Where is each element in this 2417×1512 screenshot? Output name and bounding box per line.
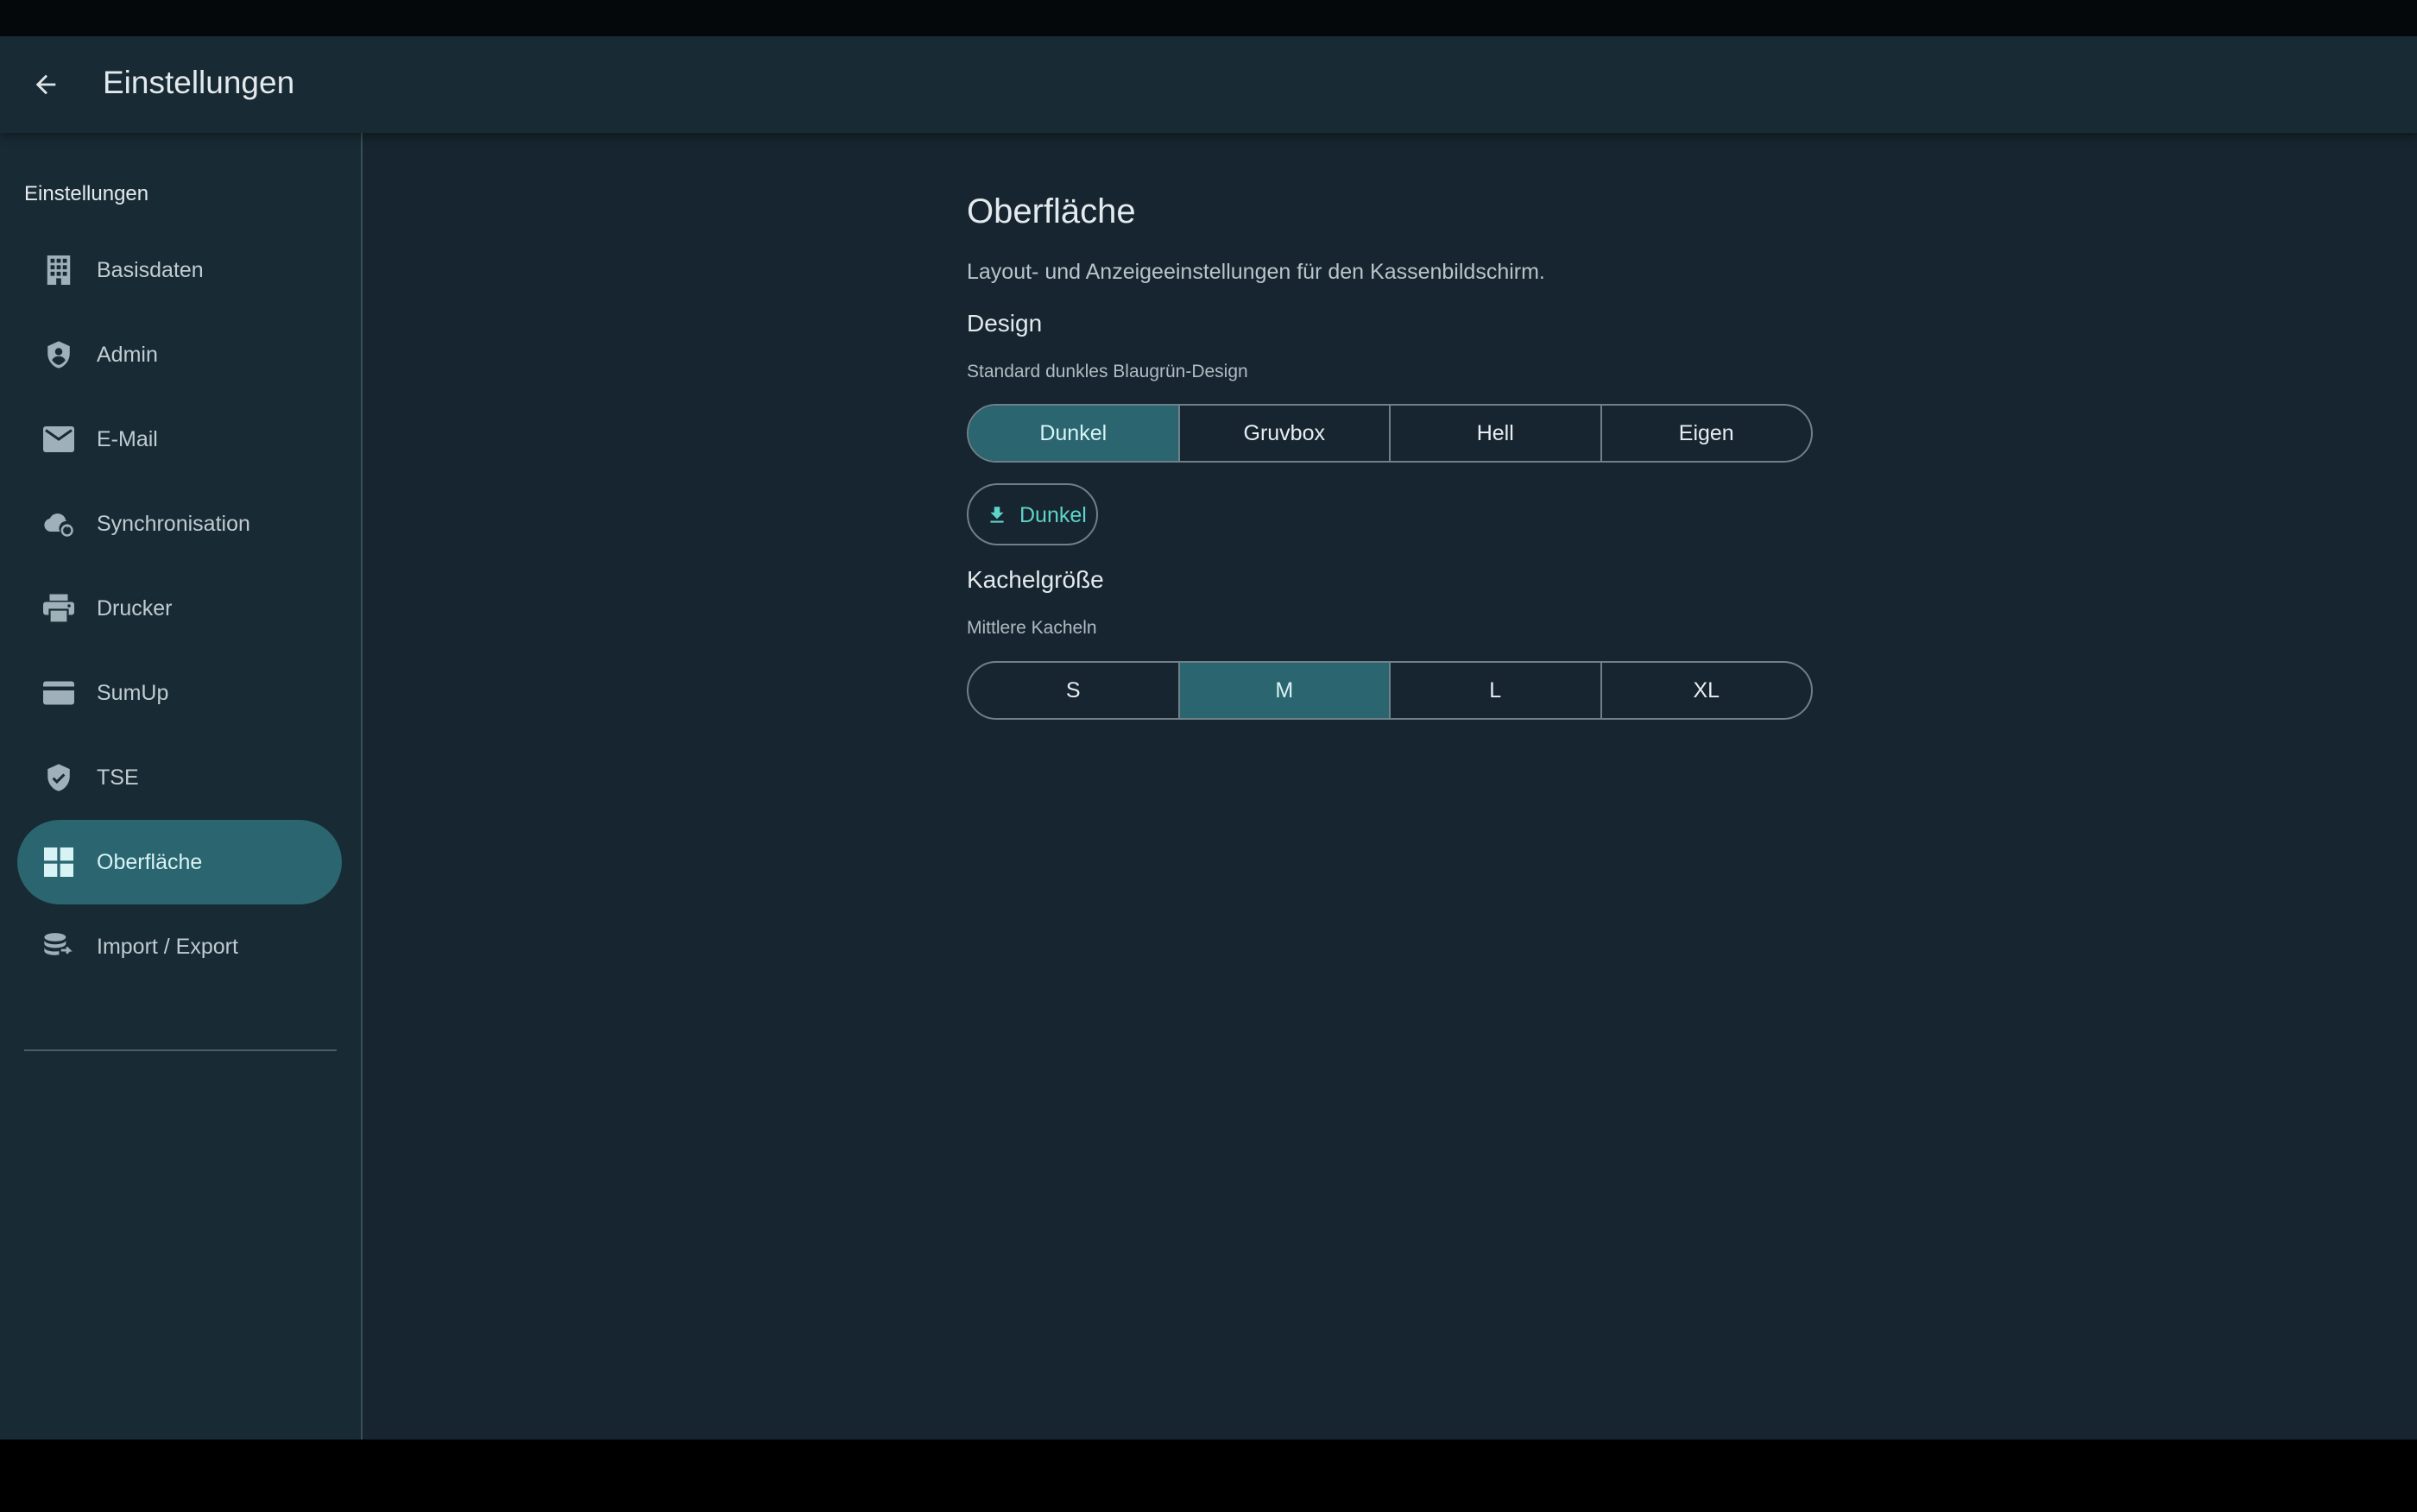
sidebar-item-label: Basisdaten: [97, 258, 204, 282]
back-button[interactable]: [19, 62, 73, 107]
sidebar-item-oberflaeche[interactable]: Oberfläche: [17, 820, 342, 904]
top-letterbox: [0, 0, 2417, 36]
sidebar-header: Einstellungen: [24, 182, 149, 205]
tile-size-option-l[interactable]: L: [1389, 663, 1600, 718]
tile-size-title: Kachelgröße: [967, 566, 1104, 593]
sidebar: Einstellungen Basisdaten Admin E-Mail Sy…: [0, 133, 363, 1440]
sidebar-item-label: Admin: [97, 343, 158, 367]
design-export-label: Dunkel: [1019, 503, 1087, 527]
arrow-left-icon: [35, 74, 56, 95]
sidebar-item-label: SumUp: [97, 681, 169, 705]
building-icon: [43, 255, 74, 286]
sidebar-divider: [24, 1049, 337, 1051]
design-option-eigen[interactable]: Eigen: [1600, 406, 1812, 461]
tile-size-option-xl[interactable]: XL: [1600, 663, 1812, 718]
sidebar-item-label: E-Mail: [97, 427, 158, 451]
sidebar-item-drucker[interactable]: Drucker: [17, 566, 342, 651]
sidebar-item-sumup[interactable]: SumUp: [17, 651, 342, 735]
sidebar-item-tse[interactable]: TSE: [17, 735, 342, 820]
section-description: Layout- und Anzeigeeinstellungen für den…: [967, 260, 1545, 284]
app-window: Einstellungen Einstellungen Basisdaten A…: [0, 36, 2417, 1440]
design-title: Design: [967, 310, 1043, 337]
app-bar: Einstellungen: [0, 36, 2417, 133]
tile-size-option-s[interactable]: S: [969, 663, 1178, 718]
tile-size-option-m[interactable]: M: [1177, 663, 1389, 718]
credit-card-icon: [43, 677, 74, 709]
sidebar-item-label: Drucker: [97, 596, 173, 621]
design-option-dunkel[interactable]: Dunkel: [969, 406, 1178, 461]
sidebar-item-label: Synchronisation: [97, 512, 250, 536]
cloud-sync-icon: [43, 508, 74, 539]
sidebar-item-label: Import / Export: [97, 935, 238, 959]
sidebar-item-email[interactable]: E-Mail: [17, 397, 342, 482]
envelope-icon: [43, 424, 74, 455]
sidebar-item-label: Oberfläche: [97, 850, 203, 874]
shield-account-icon: [43, 339, 74, 370]
sidebar-item-synchronisation[interactable]: Synchronisation: [17, 482, 342, 566]
sidebar-item-admin[interactable]: Admin: [17, 312, 342, 397]
shield-check-icon: [43, 762, 74, 793]
database-export-icon: [43, 931, 74, 962]
design-option-gruvbox[interactable]: Gruvbox: [1177, 406, 1390, 461]
sidebar-item-import-export[interactable]: Import / Export: [17, 904, 342, 989]
sidebar-item-basisdaten[interactable]: Basisdaten: [17, 228, 342, 312]
printer-icon: [43, 593, 74, 624]
tile-size-selector: S M L XL: [967, 661, 1813, 720]
page-title: Einstellungen: [103, 65, 295, 100]
tile-size-caption: Mittlere Kacheln: [967, 618, 1097, 638]
section-heading: Oberfläche: [967, 192, 1136, 230]
bottom-letterbox: [0, 1440, 2417, 1512]
design-option-hell[interactable]: Hell: [1389, 406, 1600, 461]
design-export-button[interactable]: Dunkel: [967, 483, 1098, 545]
download-icon: [990, 507, 1004, 523]
grid-icon: [43, 847, 74, 878]
design-selector: Dunkel Gruvbox Hell Eigen: [967, 404, 1813, 463]
sidebar-item-label: TSE: [97, 765, 139, 790]
design-caption: Standard dunkles Blaugrün-Design: [967, 362, 1248, 381]
